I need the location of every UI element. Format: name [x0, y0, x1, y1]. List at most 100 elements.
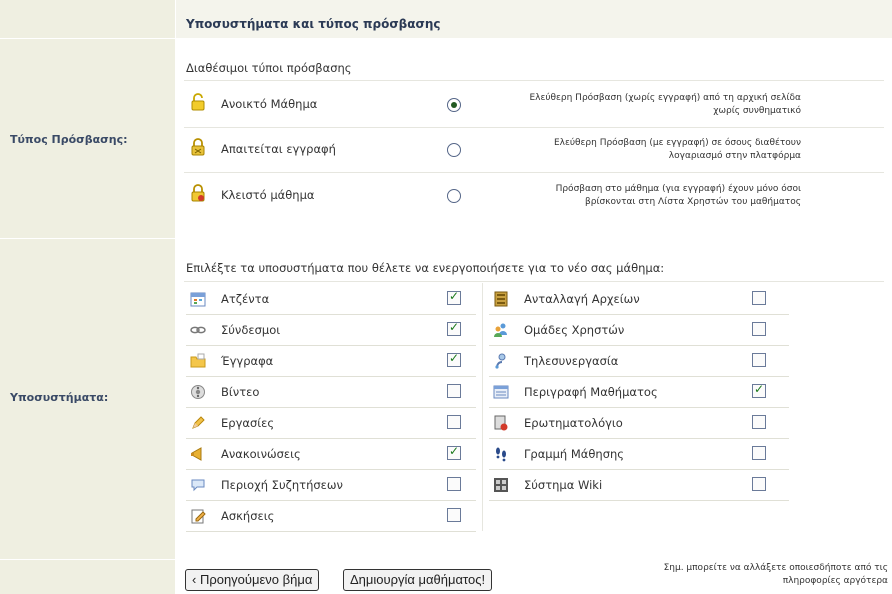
folder-icon [190, 353, 206, 369]
agenda-checkbox[interactable] [447, 289, 461, 305]
footer-bar: ‹ Προηγούμενο βήμα Δημιουργία μαθήματος!… [176, 560, 892, 594]
video-icon [190, 384, 206, 400]
links-checkbox[interactable] [447, 320, 461, 336]
registration-lock-icon [190, 138, 206, 156]
access-option-label: Ανοικτό Μάθημα [221, 97, 318, 111]
row-divider [186, 345, 476, 346]
module-row-announcements[interactable]: Ανακοινώσεις [186, 438, 476, 469]
module-label: Ομάδες Χρηστών [524, 323, 625, 337]
column-divider [482, 283, 483, 531]
module-label: Τηλεσυνεργασία [524, 354, 619, 368]
access-option-open[interactable]: Ανοικτό Μάθημα Ελεύθερη Πρόσβαση (χωρίς … [176, 83, 892, 127]
access-option-desc: Πρόσβαση στο μάθημα (για εγγραφή) έχουν … [555, 184, 801, 207]
footer-note: Σημ. μπορείτε να αλλάξετε οποιεσδήποτε α… [663, 563, 888, 586]
file-exchange-checkbox[interactable] [752, 291, 766, 305]
row-divider [186, 376, 476, 377]
module-row-assignments[interactable]: Εργασίες [186, 407, 476, 438]
module-label: Ασκήσεις [221, 509, 275, 523]
module-label: Ερωτηματολόγιο [524, 416, 623, 430]
module-row-forum[interactable]: Περιοχή Συζητήσεων [186, 469, 476, 500]
exercises-checkbox[interactable] [447, 508, 461, 522]
module-row-documents[interactable]: Έγγραφα [186, 345, 476, 376]
exercise-icon [190, 508, 206, 524]
module-row-file-exchange[interactable]: Ανταλλαγή Αρχείων [489, 283, 789, 314]
module-row-learning-path[interactable]: Γραμμή Μάθησης [489, 438, 789, 469]
access-closed-radio[interactable] [447, 189, 461, 203]
modules-subheading: Επιλέξτε τα υποσυστήματα που θέλετε να ε… [186, 261, 665, 275]
previous-step-button[interactable]: ‹ Προηγούμενο βήμα [185, 569, 320, 591]
video-checkbox[interactable] [447, 384, 461, 398]
module-row-exercises[interactable]: Ασκήσεις [186, 500, 476, 531]
create-course-button[interactable]: Δημιουργία μαθήματος! [343, 569, 493, 591]
row-divider [186, 314, 476, 315]
module-label: Σύνδεσμοι [221, 323, 281, 337]
module-row-agenda[interactable]: Ατζέντα [186, 283, 476, 314]
access-option-label: Κλειστό μάθημα [221, 188, 315, 202]
announcements-checkbox[interactable] [447, 444, 461, 460]
page-title: Υποσυστήματα και τύπος πρόσβασης [186, 17, 441, 31]
row-divider [489, 314, 789, 315]
closed-lock-icon [190, 184, 206, 202]
module-label: Ανταλλαγή Αρχείων [524, 292, 640, 306]
access-option-registration[interactable]: Απαιτείται εγγραφή Ελεύθερη Πρόσβαση (με… [176, 128, 892, 172]
access-option-desc: Ελεύθερη Πρόσβαση (με εγγραφή) σε όσους … [553, 138, 801, 161]
module-label: Βίντεο [221, 385, 260, 399]
access-option-label: Απαιτείται εγγραφή [221, 142, 336, 156]
speech-bubble-icon [190, 477, 206, 493]
access-option-closed[interactable]: Κλειστό μάθημα Πρόσβαση στο μάθημα (για … [176, 174, 892, 218]
access-open-radio[interactable] [447, 98, 461, 112]
row-divider [489, 407, 789, 408]
module-label: Εργασίες [221, 416, 275, 430]
access-subheading: Διαθέσιμοι τύποι πρόσβασης [186, 61, 352, 75]
questionnaire-icon [493, 415, 509, 431]
footsteps-icon [493, 446, 509, 462]
file-exchange-icon [493, 291, 509, 307]
row-divider [489, 345, 789, 346]
access-option-desc: Ελεύθερη Πρόσβαση (χωρίς εγγραφή) από τη… [529, 93, 801, 116]
module-row-course-description[interactable]: Περιγραφή Μαθήματος [489, 376, 789, 407]
modules-label-cell: Υποσυστήματα: [0, 239, 175, 559]
divider [184, 172, 884, 173]
wiki-checkbox[interactable] [752, 477, 766, 491]
module-row-wiki[interactable]: Σύστημα Wiki [489, 469, 789, 500]
row-divider [186, 500, 476, 501]
row-divider [186, 407, 476, 408]
unlock-icon [190, 93, 206, 111]
forum-checkbox[interactable] [447, 477, 461, 491]
documents-checkbox[interactable] [447, 351, 461, 367]
questionnaire-checkbox[interactable] [752, 415, 766, 429]
wiki-icon [493, 477, 509, 493]
access-section: Διαθέσιμοι τύποι πρόσβασης Ανοικτό Μάθημ… [176, 39, 892, 238]
access-label-cell: Τύπος Πρόσβασης: [0, 39, 175, 238]
module-row-video[interactable]: Βίντεο [186, 376, 476, 407]
header-left-cell [0, 0, 175, 38]
module-row-user-groups[interactable]: Ομάδες Χρηστών [489, 314, 789, 345]
module-label: Ανακοινώσεις [221, 447, 301, 461]
access-registration-radio[interactable] [447, 143, 461, 157]
learning-path-checkbox[interactable] [752, 446, 766, 460]
teleconference-icon [493, 353, 509, 369]
module-label: Γραμμή Μάθησης [524, 447, 625, 461]
module-label: Περιγραφή Μαθήματος [524, 385, 658, 399]
row-divider [489, 438, 789, 439]
link-icon [190, 322, 206, 338]
modules-section: Επιλέξτε τα υποσυστήματα που θέλετε να ε… [176, 239, 892, 559]
course-description-checkbox[interactable] [752, 382, 766, 398]
modules-label: Υποσυστήματα: [10, 391, 109, 404]
megaphone-icon [190, 446, 206, 462]
row-divider [489, 376, 789, 377]
teleconference-checkbox[interactable] [752, 353, 766, 367]
user-groups-checkbox[interactable] [752, 322, 766, 336]
row-divider [489, 469, 789, 470]
row-divider [186, 531, 476, 532]
module-row-links[interactable]: Σύνδεσμοι [186, 314, 476, 345]
row-divider [186, 438, 476, 439]
row-divider [489, 500, 789, 501]
divider [184, 80, 884, 81]
assignments-checkbox[interactable] [447, 415, 461, 429]
module-label: Σύστημα Wiki [524, 478, 603, 492]
divider [184, 281, 884, 282]
module-row-teleconference[interactable]: Τηλεσυνεργασία [489, 345, 789, 376]
module-row-questionnaire[interactable]: Ερωτηματολόγιο [489, 407, 789, 438]
module-label: Περιοχή Συζητήσεων [221, 478, 343, 492]
